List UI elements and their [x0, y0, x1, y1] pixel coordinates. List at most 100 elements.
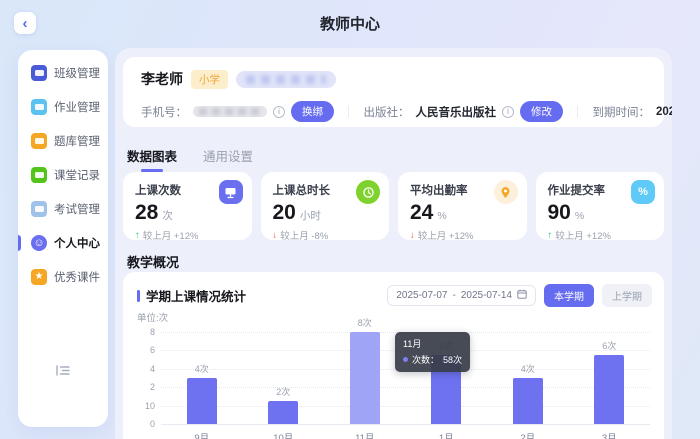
chart-bar[interactable] [594, 355, 624, 424]
profile-card: 李老师 小学 手机号： i 换绑 ｜ 出版社： 人民音乐出版社 i 修改 ｜ 到… [123, 57, 664, 127]
sidebar-item-personal-center[interactable]: 个人中心 [18, 226, 108, 260]
exam-icon [31, 201, 47, 217]
date-start: 2025-07-07 [396, 290, 447, 301]
x-axis-label: 9月 [161, 430, 243, 439]
x-axis-label: 1月 [406, 430, 488, 439]
publisher-name: 人民音乐出版社 [416, 104, 497, 120]
x-axis-label: 10月 [243, 430, 325, 439]
trend-up-icon: ↑ [135, 230, 140, 241]
chart-controls: 2025-07-07 - 2025-07-14 本学期 上学期 [387, 284, 652, 307]
location-pin-icon [494, 180, 518, 204]
chart-bar[interactable] [513, 378, 543, 424]
whiteboard-icon [219, 180, 243, 204]
bar-column: 6次 [569, 332, 651, 424]
sidebar-item-excellent-courseware[interactable]: 优秀课件 [18, 260, 108, 294]
sidebar-item-label: 班级管理 [54, 65, 100, 81]
blurred-school-badge [236, 71, 336, 88]
stat-card-total-hours: 上课总时长 20小时 ↓较上月 -8% [261, 172, 390, 240]
sidebar-item-label: 考试管理 [54, 201, 100, 217]
y-axis-tick-label: 8 [135, 327, 155, 337]
date-range-picker[interactable]: 2025-07-07 - 2025-07-14 [387, 285, 536, 306]
divider: ｜ [343, 104, 355, 120]
sidebar: 班级管理 作业管理 题库管理 课堂记录 考试管理 个人中心 优秀课件 [18, 50, 108, 427]
trend-up-icon: ↑ [548, 230, 553, 241]
sidebar-item-label: 个人中心 [54, 235, 100, 251]
y-axis-tick-label: 0 [135, 419, 155, 429]
y-axis-unit-label: 单位:次 [137, 310, 168, 324]
x-axis-labels: 9月10月11月1月2月3月 [161, 430, 650, 439]
bar-column: 4次 [161, 332, 243, 424]
teaching-overview-title: 教学概况 [127, 252, 179, 271]
class-icon [31, 65, 47, 81]
sidebar-item-label: 题库管理 [54, 133, 100, 149]
classroom-record-icon [31, 167, 47, 183]
homework-icon [31, 99, 47, 115]
sidebar-nav: 班级管理 作业管理 题库管理 课堂记录 考试管理 个人中心 优秀课件 [18, 50, 108, 294]
tooltip-series-label: 次数： [412, 353, 439, 366]
phone-label: 手机号： [141, 104, 187, 120]
sidebar-item-label: 优秀课件 [54, 269, 100, 285]
tooltip-title: 11月 [403, 337, 462, 350]
sidebar-item-label: 作业管理 [54, 99, 100, 115]
tooltip-value: 58次 [443, 353, 462, 366]
stat-delta: ↓较上月 +12% [410, 228, 515, 242]
profile-detail-row: 手机号： i 换绑 ｜ 出版社： 人民音乐出版社 i 修改 ｜ 到期时间： 20… [141, 101, 672, 122]
stat-cards-row: 上课次数 28次 ↑较上月 +12% 上课总时长 20小时 ↓较上月 -8% 平… [123, 172, 664, 240]
y-axis-tick-label: 2 [135, 382, 155, 392]
stat-card-attendance-rate: 平均出勤率 24% ↓较上月 +12% [398, 172, 527, 240]
sidebar-item-homework-management[interactable]: 作业管理 [18, 90, 108, 124]
phone-info-icon[interactable]: i [273, 106, 285, 118]
stat-value: 90% [548, 201, 653, 225]
expiry-date: 2025-12-02 [656, 106, 672, 118]
chart-title: 学期上课情况统计 [146, 286, 246, 305]
tab-bar: 数据图表 通用设置 [127, 146, 253, 172]
trend-down-icon: ↓ [273, 230, 278, 241]
stat-unit: % [575, 210, 584, 222]
divider: ｜ [572, 104, 584, 120]
bar-column: 4次 [487, 332, 569, 424]
y-axis-tick-label: 6 [135, 345, 155, 355]
grade-badge: 小学 [191, 70, 228, 89]
chart-tooltip: 11月 次数： 58次 [395, 332, 470, 372]
collapse-sidebar-icon[interactable] [56, 363, 70, 381]
stat-delta: ↑较上月 +12% [548, 228, 653, 242]
stat-value: 24% [410, 201, 515, 225]
modify-button[interactable]: 修改 [520, 101, 563, 122]
chart-card-header: 学期上课情况统计 2025-07-07 - 2025-07-14 本学期 上学期 [137, 284, 652, 307]
courseware-icon [31, 269, 47, 285]
page-title: 教师中心 [0, 13, 700, 34]
sidebar-item-label: 课堂记录 [54, 167, 100, 183]
stat-delta: ↑较上月 +12% [135, 228, 240, 242]
tooltip-value-row: 次数： 58次 [403, 353, 462, 366]
date-end: 2025-07-14 [461, 290, 512, 301]
previous-semester-button[interactable]: 上学期 [602, 284, 652, 307]
sidebar-item-exam-management[interactable]: 考试管理 [18, 192, 108, 226]
sidebar-item-class-management[interactable]: 班级管理 [18, 56, 108, 90]
chart-bar[interactable] [350, 332, 380, 424]
x-axis-label: 11月 [324, 430, 406, 439]
stat-unit: 次 [162, 208, 173, 223]
profile-icon [31, 235, 47, 251]
bar-value-label: 4次 [195, 362, 209, 375]
tab-general-settings[interactable]: 通用设置 [203, 146, 253, 172]
profile-header-row: 李老师 小学 [141, 69, 336, 89]
bar-value-label: 8次 [358, 316, 372, 329]
stat-value: 20小时 [273, 201, 378, 225]
sidebar-item-question-bank[interactable]: 题库管理 [18, 124, 108, 158]
x-axis-label: 3月 [569, 430, 651, 439]
bar-column: 2次 [243, 332, 325, 424]
bar-value-label: 6次 [602, 339, 616, 352]
stat-unit: % [437, 210, 446, 222]
question-bank-icon [31, 133, 47, 149]
chart-bar[interactable] [187, 378, 217, 424]
publisher-info-icon[interactable]: i [502, 106, 514, 118]
chart-bar[interactable] [268, 401, 298, 424]
bar-column: 8次 [324, 332, 406, 424]
tab-data-charts[interactable]: 数据图表 [127, 146, 177, 172]
current-semester-button[interactable]: 本学期 [544, 284, 594, 307]
teacher-name: 李老师 [141, 69, 183, 89]
change-bind-button[interactable]: 换绑 [291, 101, 334, 122]
bar-value-label: 2次 [276, 385, 290, 398]
date-separator: - [453, 290, 456, 301]
sidebar-item-classroom-record[interactable]: 课堂记录 [18, 158, 108, 192]
